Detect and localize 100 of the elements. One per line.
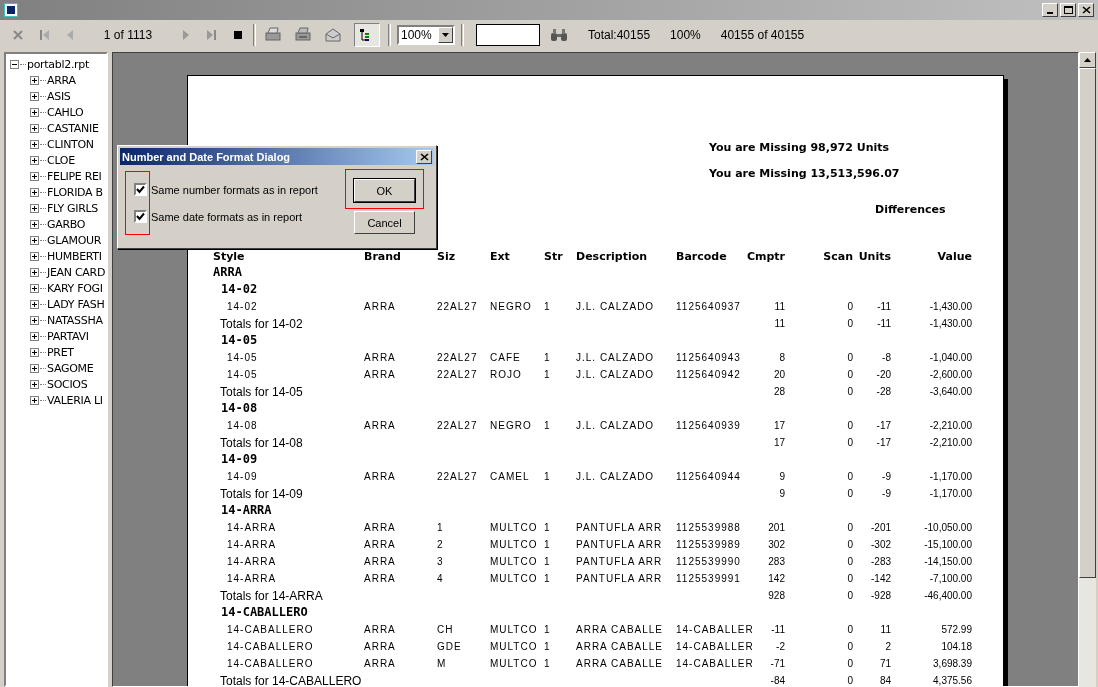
checkbox[interactable] [134,210,147,223]
tree-item[interactable]: SOCIOS [47,377,88,391]
table-cell-text: ARRA CABALLE [576,624,665,635]
table-cell-text: 1125539990 [676,556,742,567]
column-header: Ext [490,249,511,263]
tree-item[interactable]: GLAMOUR [47,233,102,247]
close-button[interactable] [1078,3,1094,17]
expand-icon[interactable] [30,203,39,213]
tree-item[interactable]: NATASSHA [47,313,103,327]
tree-item[interactable]: ASIS [47,89,71,103]
table-cell-text: PANTUFLA ARR [576,556,664,567]
expand-icon[interactable] [30,123,39,133]
tree-item[interactable]: KARY FOGI [47,281,103,295]
tree-item[interactable]: PRET [47,345,74,359]
tree-item[interactable]: CAHLO [47,105,84,119]
cancel-button[interactable]: Cancel [354,211,415,234]
close-button[interactable] [416,149,432,164]
expand-icon[interactable] [30,315,39,325]
table-cell-text: MULTCO [490,573,539,584]
ok-button[interactable]: OK [354,179,415,202]
tree-item[interactable]: CLINTON [47,137,94,151]
table-cell-text: ARRA [364,539,397,550]
expand-icon[interactable] [30,347,39,357]
checkbox[interactable] [134,183,147,196]
expand-icon[interactable] [30,267,39,277]
expand-icon[interactable] [30,379,39,389]
tree-item[interactable]: PARTAVI [47,329,89,343]
binoculars-icon[interactable] [550,28,568,42]
table-cell-text: 11 [773,301,785,312]
tree-item[interactable]: CLOE [47,153,75,167]
tree-item[interactable]: FLY GIRLS [47,201,99,215]
total-cell-text: 11 [773,318,785,329]
tree-item[interactable]: SAGOME [47,361,94,375]
column-header: Units [858,249,891,263]
table-cell-text: 0 [846,556,853,567]
table-cell-text: ARRA [364,352,397,363]
expand-icon[interactable] [30,219,39,229]
table-cell-text: 1125539991 [676,573,742,584]
expand-icon[interactable] [30,235,39,245]
total-cell-text: -928 [870,590,891,601]
table-cell-text: 14-CABALLERO [226,641,315,652]
tree-item[interactable]: LADY FASH [47,297,105,311]
table-cell-text: 1 [544,539,552,550]
vertical-scrollbar[interactable] [1079,52,1096,687]
zoom-dropdown[interactable]: 100% [397,25,455,45]
tree-item[interactable]: ARRA [47,73,76,87]
expand-icon[interactable] [30,283,39,293]
stop-icon[interactable] [231,28,245,42]
table-cell-text: MULTCO [490,641,539,652]
tree-item[interactable]: portabl2.rpt [27,57,90,71]
table-cell-text: 1 [544,641,552,652]
section-heading: 14-05 [220,332,259,349]
total-cell-text: -28 [875,386,891,397]
tree-item[interactable]: JEAN CARD [47,265,106,279]
expand-icon[interactable] [30,251,39,261]
expand-icon[interactable] [30,395,39,405]
group-tree-icon[interactable] [354,23,380,47]
table-cell-text: 1 [544,420,552,431]
column-header: Scan [823,249,853,263]
tree-item[interactable]: FELIPE REI [47,169,102,183]
printer-setup-icon[interactable] [294,27,312,43]
tree-item[interactable]: GARBO [47,217,86,231]
expand-icon[interactable] [30,299,39,309]
minimize-button[interactable] [1042,3,1058,17]
scroll-thumb[interactable] [1079,68,1096,578]
expand-icon[interactable] [30,91,39,101]
table-cell-text: -283 [870,556,891,567]
table-cell-text: 22AL27 [437,352,479,363]
total-cell-text: -46,400.00 [923,590,972,601]
tree-item[interactable]: CASTANIE [47,121,99,135]
expand-icon[interactable] [30,75,39,85]
expand-icon[interactable] [30,155,39,165]
table-cell-text: ARRA [364,420,397,431]
expand-icon[interactable] [30,107,39,117]
expand-icon[interactable] [30,187,39,197]
table-cell-text: J.L. CALZADO [576,420,656,431]
tree-item[interactable]: FLORIDA B [47,185,103,199]
tree-item[interactable]: HUMBERTI [47,249,102,263]
table-cell-text: 14-ARRA [226,522,278,533]
table-cell-text: M [437,658,448,669]
search-field[interactable] [476,24,540,46]
maximize-button[interactable] [1060,3,1076,17]
table-cell-text: 142 [767,573,785,584]
expand-icon[interactable] [30,139,39,149]
section-heading: 14-ARRA [220,502,273,519]
printer-icon[interactable] [264,27,282,43]
expand-icon[interactable] [30,363,39,373]
tree-item[interactable]: VALERIA LI [47,393,103,407]
total-count: Total:40155 [588,28,651,42]
expand-icon[interactable] [30,331,39,341]
column-header: Cmptr [746,249,785,263]
table-cell: 14-CABALLER [676,641,754,652]
collapse-icon[interactable] [10,59,19,69]
summary-text: You are Missing 98,972 Units [709,140,891,156]
envelope-icon[interactable] [324,27,342,43]
expand-icon[interactable] [30,171,39,181]
table-cell-text: 2 [884,641,891,652]
table-cell-text: 0 [846,658,853,669]
table-cell-text: 20 [772,369,785,380]
scroll-up-button[interactable] [1079,52,1096,68]
